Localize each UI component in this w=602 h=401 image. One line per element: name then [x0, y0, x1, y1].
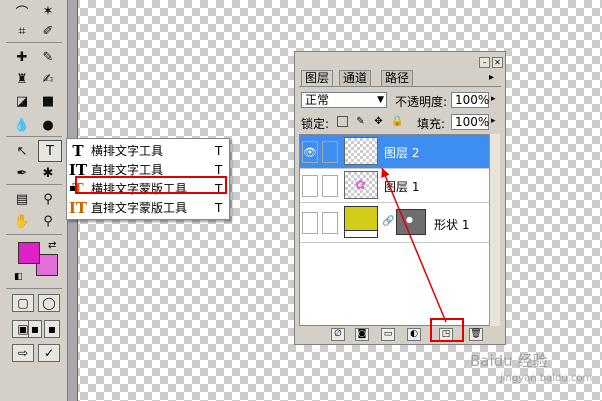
- slice-icon[interactable]: ✐: [36, 20, 60, 42]
- eyedropper-icon[interactable]: ⚲: [36, 188, 60, 210]
- opacity-value: 100%: [455, 93, 490, 107]
- layer-thumbnail: ✿: [344, 171, 378, 199]
- opacity-field[interactable]: 100%: [451, 92, 489, 108]
- lock-all-icon[interactable]: 🔒: [391, 116, 403, 127]
- opacity-label: 不透明度:: [395, 95, 448, 109]
- custom-shape-icon[interactable]: ✱: [36, 162, 60, 184]
- eye-box-empty[interactable]: [302, 212, 318, 234]
- screen-mode-full-menu-icon[interactable]: ▪: [28, 320, 42, 338]
- fill-field[interactable]: 100%: [451, 114, 489, 130]
- zoom-icon[interactable]: ⚲: [36, 210, 60, 232]
- flyout-item-horizontal-type[interactable]: T 横排文字工具 T: [67, 141, 229, 160]
- clone-stamp-icon[interactable]: ♜: [10, 68, 34, 90]
- lock-position-icon[interactable]: ✥: [373, 116, 384, 127]
- blur-icon[interactable]: 💧: [10, 114, 34, 136]
- toolbox: ⌒ ✶ ⌗ ✐ ✚ ✎ ♜ ✍ ◪ ■ 💧 ● ↖ T ✒ ✱ ▤ ⚲ ✋ ⚲ …: [0, 0, 68, 401]
- horizontal-type-icon: T: [72, 141, 84, 160]
- dodge-icon[interactable]: ●: [36, 114, 60, 136]
- tab-paths[interactable]: 路径: [381, 70, 414, 86]
- fill-arrow-icon[interactable]: ▸: [491, 116, 496, 126]
- flyout-item-label: 横排文字工具: [91, 144, 164, 158]
- tab-layers[interactable]: 图层: [301, 70, 334, 86]
- notes-icon[interactable]: ▤: [10, 188, 34, 210]
- flyout-item-vertical-type-mask[interactable]: IT 直排文字蒙版工具 T: [67, 198, 229, 217]
- eye-box-empty[interactable]: [302, 175, 318, 197]
- swap-colors-icon[interactable]: ⇄: [48, 240, 56, 251]
- lock-pixels-icon[interactable]: ✎: [355, 116, 366, 127]
- flower-icon: ✿: [355, 178, 366, 193]
- opacity-arrow-icon[interactable]: ▸: [491, 94, 496, 104]
- layer-name: 图层 1: [384, 180, 420, 194]
- standard-mode-button[interactable]: ▢: [12, 294, 34, 312]
- layer-thumbnail: [344, 137, 378, 165]
- fill-label: 填充:: [417, 117, 446, 131]
- healing-brush-icon[interactable]: ✚: [10, 46, 34, 68]
- pen-icon[interactable]: ✒: [10, 162, 34, 184]
- gradient-icon[interactable]: ■: [36, 90, 60, 112]
- tab-channels[interactable]: 通道: [339, 70, 372, 86]
- flyout-shortcut: T: [215, 200, 223, 215]
- brush-icon[interactable]: ✎: [36, 46, 60, 68]
- flyout-shortcut: T: [215, 143, 223, 158]
- lasso-icon[interactable]: ⌒: [10, 0, 34, 22]
- delete-layer-icon[interactable]: 🗑: [469, 328, 483, 341]
- add-mask-icon[interactable]: ◙: [355, 328, 369, 341]
- new-layer-highlight-box: [430, 318, 464, 342]
- watermark-url: jingyan.baidu.com: [500, 373, 593, 384]
- flyout-shortcut: T: [215, 162, 223, 177]
- lock-label: 锁定:: [301, 117, 330, 131]
- flyout-highlight-box: [75, 176, 227, 194]
- path-select-icon[interactable]: ↖: [10, 140, 34, 162]
- layer-name: 图层 2: [384, 146, 420, 160]
- type-tool-icon[interactable]: T: [38, 140, 62, 162]
- panel-bottom-bar: ∅ ◙ ▭ ◐ ◳ 🗑: [299, 327, 501, 343]
- layer-row[interactable]: 🔗 ● 形状 1: [300, 203, 490, 243]
- layers-panel: – ✕ 图层 通道 路径 ▸ 正常 ▼ 不透明度: 100% ▸ 锁定: ✎ ✥…: [294, 51, 506, 345]
- vector-mask-thumbnail: ●: [396, 209, 426, 235]
- chevron-down-icon: ▼: [377, 95, 384, 105]
- panel-menu-icon[interactable]: ▸: [489, 72, 494, 83]
- tab-divider: [299, 86, 501, 87]
- blend-mode-value: 正常: [305, 93, 330, 107]
- layer-link-box[interactable]: [322, 141, 338, 163]
- layer-list: 👁 图层 2 ✿ 图层 1 🔗 ● 形状 1: [299, 134, 491, 326]
- adjustment-layer-icon[interactable]: ◐: [407, 328, 421, 341]
- lock-transparent-icon[interactable]: [337, 116, 348, 127]
- edit-check-icon[interactable]: ✓: [38, 344, 60, 362]
- eye-icon[interactable]: 👁: [302, 141, 318, 163]
- layer-list-scrollbar[interactable]: [489, 134, 500, 326]
- chain-link-icon[interactable]: 🔗: [382, 216, 394, 227]
- minimize-button[interactable]: –: [479, 57, 490, 68]
- layer-row[interactable]: ✿ 图层 1: [300, 169, 490, 203]
- layer-link-box[interactable]: [322, 212, 338, 234]
- eraser-icon[interactable]: ◪: [10, 90, 34, 112]
- layer-link-box[interactable]: [322, 175, 338, 197]
- shape-fill-thumbnail: [344, 206, 378, 238]
- close-button[interactable]: ✕: [492, 57, 503, 68]
- jump-to-imageready-icon[interactable]: ⇨: [12, 344, 34, 362]
- screen-mode-full-icon[interactable]: ▪: [44, 320, 60, 338]
- default-colors-icon[interactable]: ◧: [14, 272, 23, 282]
- vertical-type-mask-icon: IT: [68, 198, 88, 217]
- quick-mask-mode-button[interactable]: ◯: [38, 294, 60, 312]
- hand-icon[interactable]: ✋: [10, 210, 34, 232]
- blend-mode-select[interactable]: 正常 ▼: [301, 92, 387, 108]
- layer-row[interactable]: 👁 图层 2: [300, 135, 490, 169]
- foreground-color-swatch[interactable]: [18, 242, 40, 264]
- magic-wand-icon[interactable]: ✶: [36, 0, 60, 22]
- crop-icon[interactable]: ⌗: [10, 20, 34, 42]
- watermark: Baidu 经验: [470, 352, 548, 370]
- layer-style-icon[interactable]: ∅: [331, 328, 345, 341]
- fill-value: 100%: [455, 115, 490, 129]
- history-brush-icon[interactable]: ✍: [36, 68, 60, 90]
- layer-name: 形状 1: [434, 218, 470, 232]
- new-group-icon[interactable]: ▭: [381, 328, 395, 341]
- flyout-item-label: 直排文字蒙版工具: [91, 201, 188, 215]
